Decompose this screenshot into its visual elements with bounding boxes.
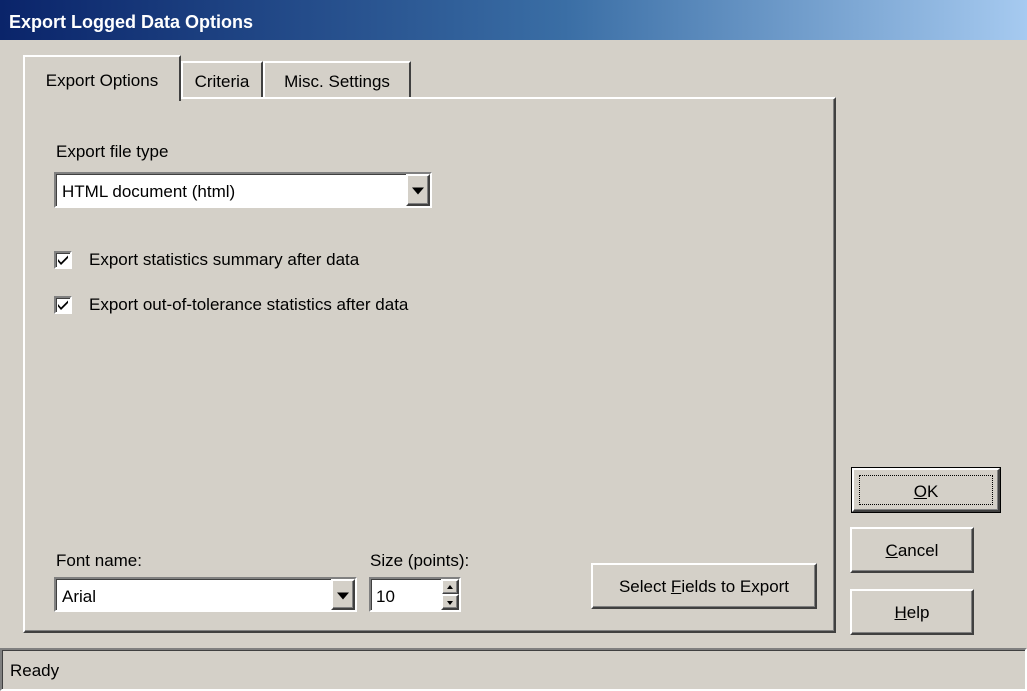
help-button[interactable]: Help bbox=[850, 589, 974, 635]
chevron-down-icon bbox=[412, 187, 424, 195]
font-name-dropdown-button[interactable] bbox=[331, 579, 355, 610]
font-name-dropdown[interactable]: Arial bbox=[54, 577, 357, 612]
cancel-label-accel: C bbox=[885, 541, 898, 560]
size-spinner[interactable]: 10 bbox=[369, 577, 461, 612]
file-type-dropdown-button[interactable] bbox=[406, 174, 430, 206]
spin-up-button[interactable] bbox=[441, 579, 459, 595]
chevron-down-icon bbox=[337, 592, 349, 600]
cancel-button[interactable]: Cancel bbox=[850, 527, 974, 573]
status-bar: Ready bbox=[0, 648, 1027, 691]
tab-misc-settings-label: Misc. Settings bbox=[284, 72, 390, 91]
arrow-up-icon bbox=[447, 585, 453, 589]
font-name-value: Arial bbox=[62, 587, 97, 606]
size-value[interactable]: 10 bbox=[376, 587, 395, 607]
file-type-value: HTML document (html) bbox=[62, 182, 236, 201]
tab-criteria[interactable]: Criteria bbox=[181, 61, 263, 99]
tab-criteria-label: Criteria bbox=[194, 72, 250, 91]
help-label-accel: H bbox=[894, 603, 907, 622]
status-text: Ready bbox=[10, 661, 60, 680]
tab-export-options-label: Export Options bbox=[45, 71, 159, 90]
size-label: Size (points): bbox=[370, 551, 470, 570]
spin-down-button[interactable] bbox=[441, 594, 459, 610]
ok-button[interactable]: OK bbox=[851, 467, 1001, 513]
checkmark-icon bbox=[58, 255, 68, 265]
select-fields-label-pre: Select bbox=[618, 577, 671, 596]
export-stats-label[interactable]: Export statistics summary after data bbox=[89, 250, 359, 270]
title-bar: Export Logged Data Options bbox=[0, 0, 1027, 40]
cancel-label-post: ancel bbox=[897, 541, 939, 560]
help-label-post: elp bbox=[906, 603, 930, 622]
select-fields-label-post: ields to Export bbox=[681, 577, 790, 596]
file-type-dropdown[interactable]: HTML document (html) bbox=[54, 172, 432, 208]
tab-misc-settings[interactable]: Misc. Settings bbox=[263, 61, 411, 99]
export-options-panel: Export file type HTML document (html) Ex… bbox=[23, 97, 836, 633]
export-oot-label[interactable]: Export out-of-tolerance statistics after… bbox=[89, 295, 408, 315]
arrow-down-icon bbox=[447, 601, 453, 605]
file-type-label: Export file type bbox=[56, 142, 169, 161]
focus-rect bbox=[859, 475, 993, 505]
export-oot-checkbox[interactable] bbox=[54, 296, 72, 314]
font-name-label: Font name: bbox=[56, 551, 142, 570]
checkmark-icon bbox=[58, 300, 68, 310]
tab-export-options[interactable]: Export Options bbox=[23, 55, 181, 101]
select-fields-button[interactable]: Select Fields to Export bbox=[591, 563, 817, 609]
export-stats-checkbox[interactable] bbox=[54, 251, 72, 269]
window-title: Export Logged Data Options bbox=[9, 12, 254, 32]
select-fields-label-accel: F bbox=[670, 577, 682, 596]
